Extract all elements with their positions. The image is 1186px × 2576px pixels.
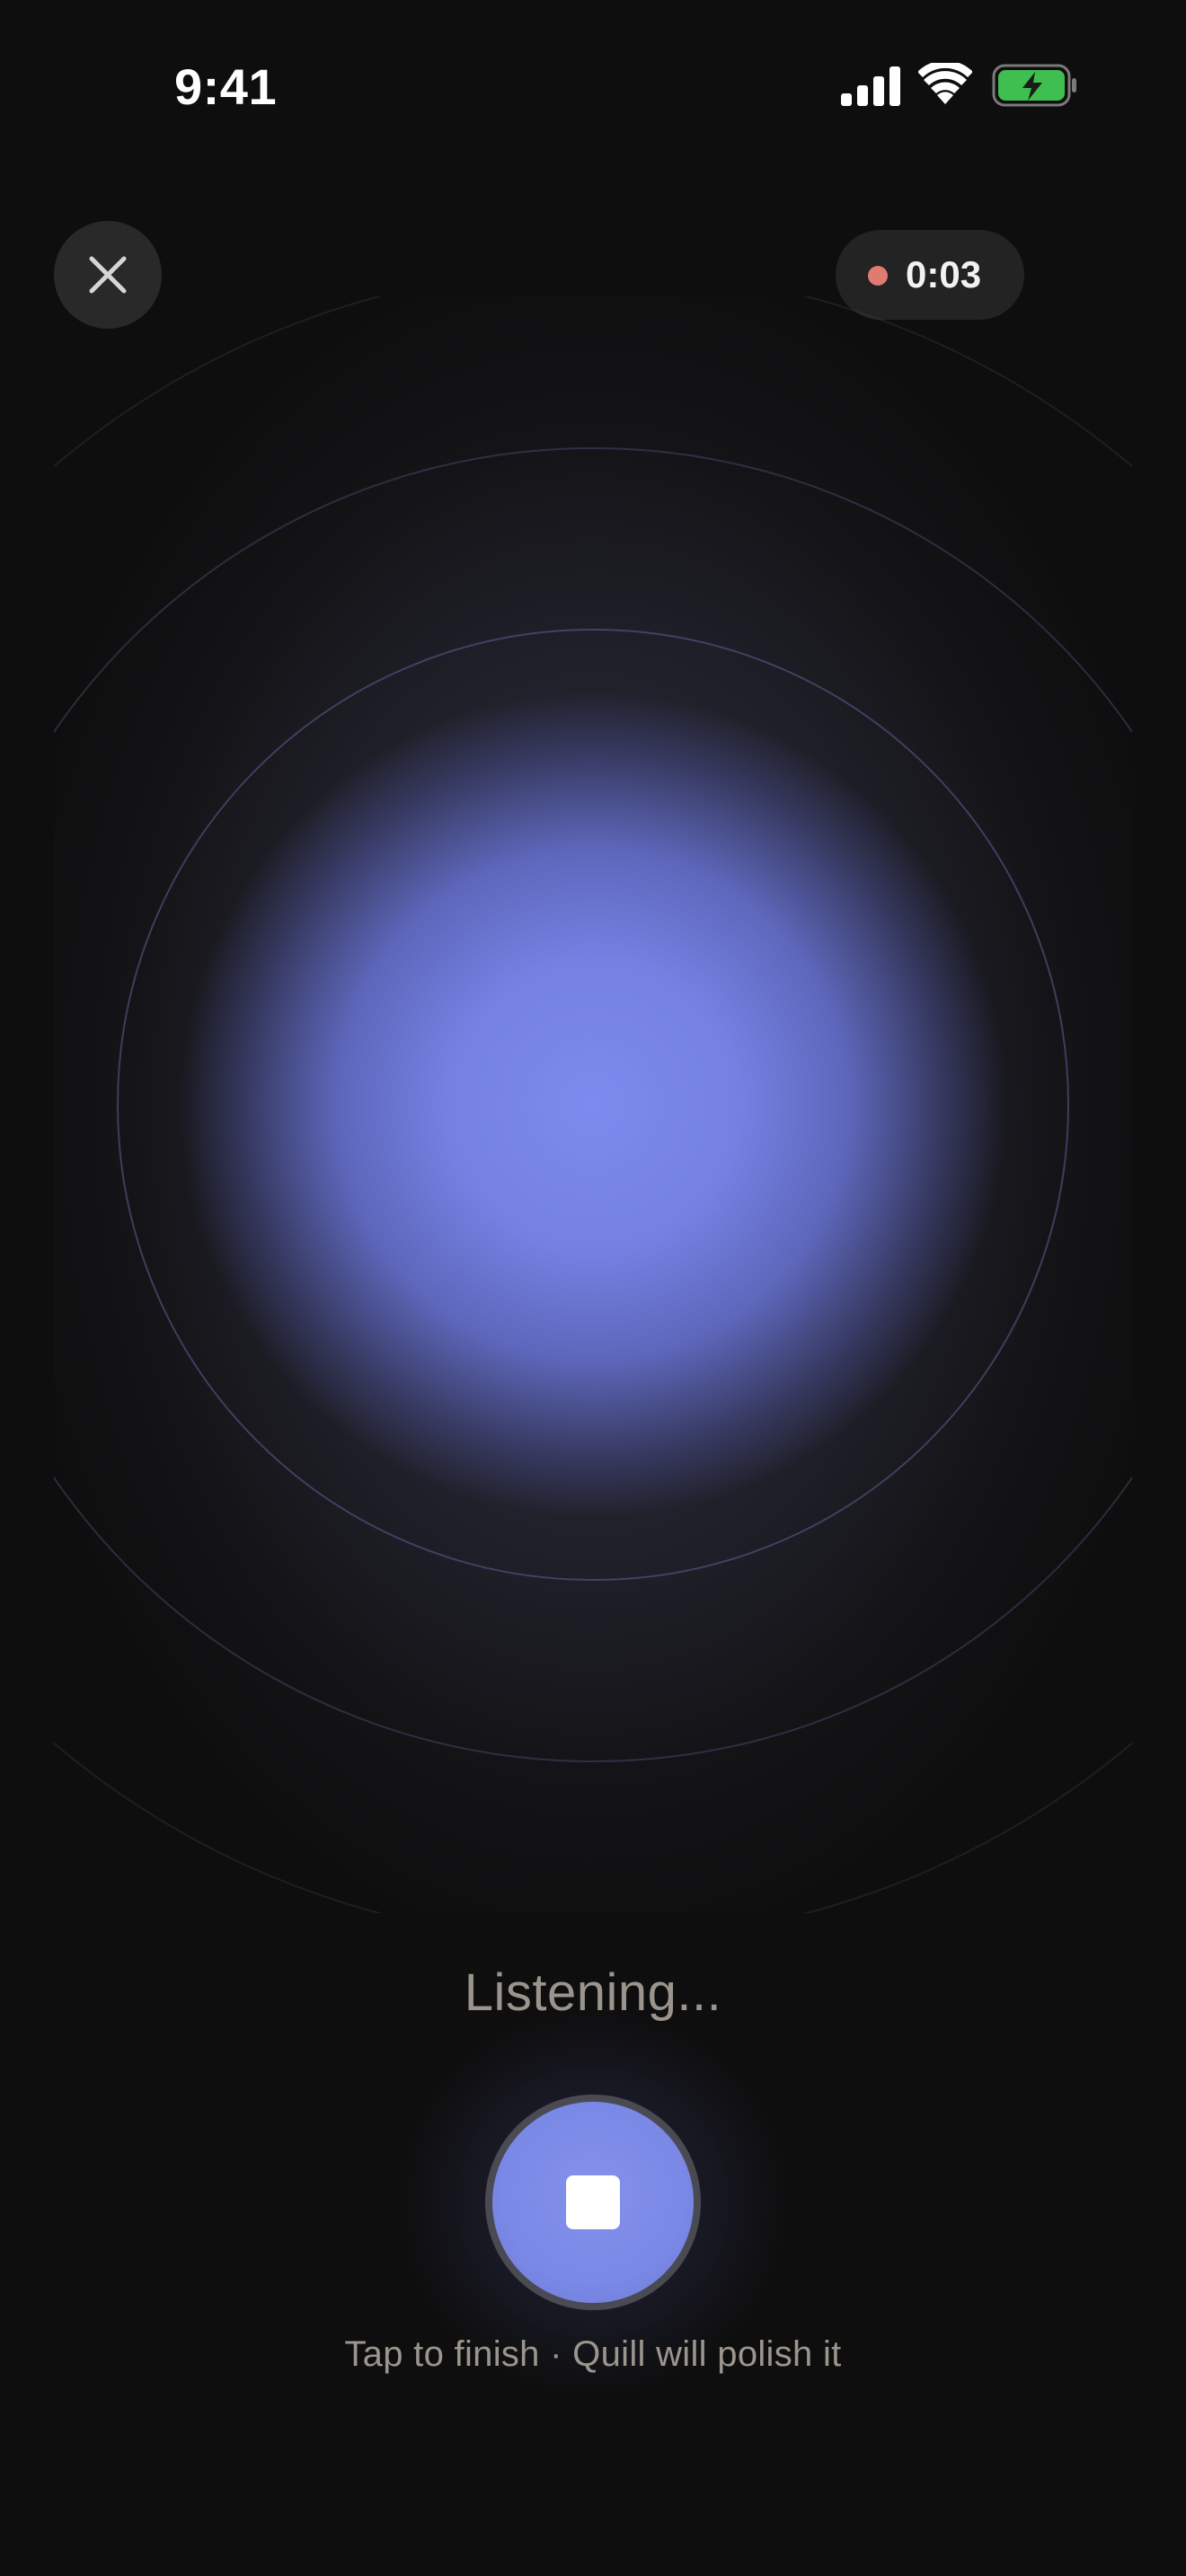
recording-screen: 9:41 0:03 Listening... Tap to finish · Q… [0, 0, 1186, 2576]
recording-indicator-dot [868, 266, 888, 286]
stop-recording-button[interactable] [485, 2095, 701, 2310]
wifi-icon [918, 63, 972, 104]
finish-hint: Tap to finish · Quill will polish it [344, 2334, 842, 2374]
voice-visualizer [54, 296, 1132, 1913]
voice-orb [180, 692, 1006, 1518]
battery-charging-icon [992, 64, 1076, 107]
stop-button-face[interactable] [492, 2102, 694, 2303]
elapsed-time: 0:03 [906, 253, 982, 296]
close-icon [89, 256, 127, 294]
stop-icon [566, 2175, 620, 2229]
signal-icon [841, 66, 900, 106]
status-time: 9:41 [174, 58, 278, 115]
